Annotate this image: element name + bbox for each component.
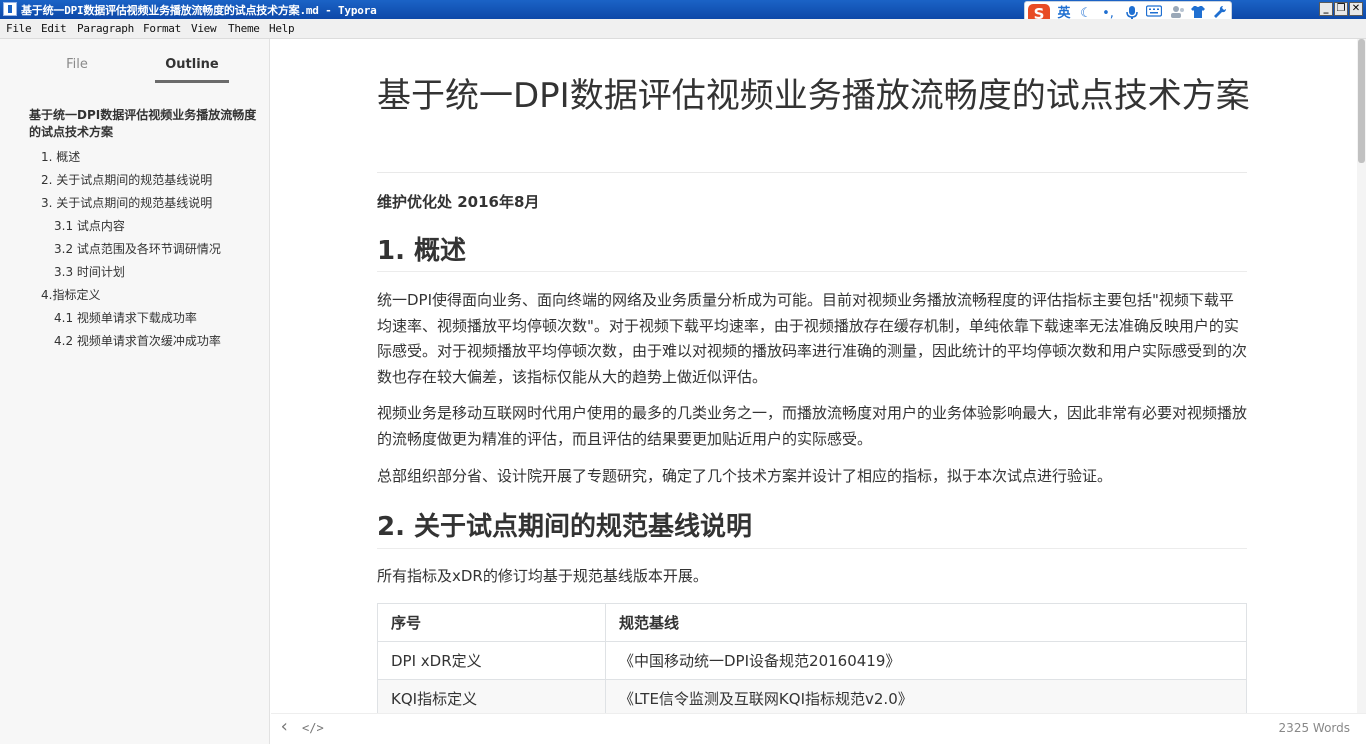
outline-item-3[interactable]: 3. 关于试点期间的规范基线说明 xyxy=(41,194,212,211)
restore-button[interactable]: ❐ xyxy=(1334,2,1348,16)
section-1-number: 1. xyxy=(377,236,405,266)
table-cell[interactable]: KQI指标定义 xyxy=(377,679,606,713)
section-1-heading[interactable]: 1. 概述 xyxy=(377,230,466,267)
menu-file[interactable]: File xyxy=(6,22,32,35)
scrollbar-thumb[interactable] xyxy=(1358,39,1365,163)
vertical-scrollbar[interactable] xyxy=(1357,39,1366,713)
section-1-paragraph-2[interactable]: 视频业务是移动互联网时代用户使用的最多的几类业务之一，而播放流畅度对用户的业务体… xyxy=(377,401,1247,452)
section-1-divider xyxy=(377,271,1247,272)
outline-item-1[interactable]: 1. 概述 xyxy=(41,148,80,165)
source-code-mode-icon[interactable]: </> xyxy=(302,721,324,735)
menu-edit[interactable]: Edit xyxy=(41,22,67,35)
outline-item-4-2[interactable]: 4.2 视频单请求首次缓冲成功率 xyxy=(54,332,221,349)
status-bar: ‹ </> 2325 Words xyxy=(271,713,1366,744)
minimize-button[interactable]: _ xyxy=(1319,2,1333,16)
menu-theme[interactable]: Theme xyxy=(228,22,260,35)
table-header-cell[interactable]: 规范基线 xyxy=(605,603,1247,642)
menu-view[interactable]: View xyxy=(191,22,217,35)
document-title[interactable]: 基于统一DPI数据评估视频业务播放流畅度的试点技术方案 xyxy=(377,75,1257,117)
menu-paragraph[interactable]: Paragraph xyxy=(77,22,134,35)
window-title: 基于统一DPI数据评估视频业务播放流畅度的试点技术方案.md - Typora xyxy=(21,4,377,17)
close-button[interactable]: ✕ xyxy=(1349,2,1363,16)
editor-pane[interactable]: 基于统一DPI数据评估视频业务播放流畅度的试点技术方案 维护优化处 2016年8… xyxy=(271,39,1357,713)
section-2-heading[interactable]: 2. 关于试点期间的规范基线说明 xyxy=(377,506,752,543)
table-header-row: 序号 规范基线 xyxy=(377,603,1247,642)
active-tab-indicator xyxy=(155,80,229,83)
tab-outline[interactable]: Outline xyxy=(155,57,229,72)
section-1-paragraph-1[interactable]: 统一DPI使得面向业务、面向终端的网络及业务质量分析成为可能。目前对视频业务播放… xyxy=(377,288,1247,390)
section-2-divider xyxy=(377,548,1247,549)
section-2-paragraph[interactable]: 所有指标及xDR的修订均基于规范基线版本开展。 xyxy=(377,564,1247,590)
outline-item-2[interactable]: 2. 关于试点期间的规范基线说明 xyxy=(41,171,212,188)
table-cell[interactable]: 《中国移动统一DPI设备规范20160419》 xyxy=(605,641,1247,680)
title-divider xyxy=(377,172,1247,173)
outline-item-4[interactable]: 4.指标定义 xyxy=(41,286,100,303)
menu-format[interactable]: Format xyxy=(143,22,181,35)
table-row: KQI指标定义 《LTE信令监测及互联网KQI指标规范v2.0》 xyxy=(377,679,1247,713)
document-subtitle[interactable]: 维护优化处 2016年8月 xyxy=(377,191,539,212)
section-2-title: 关于试点期间的规范基线说明 xyxy=(414,512,753,542)
window-controls: _ ❐ ✕ xyxy=(1319,2,1363,16)
tab-file[interactable]: File xyxy=(44,57,110,72)
section-1-paragraph-3[interactable]: 总部组织部分省、设计院开展了专题研究，确定了几个技术方案并设计了相应的指标，拟于… xyxy=(377,464,1247,490)
outline-item-3-3[interactable]: 3.3 时间计划 xyxy=(54,263,125,280)
outline-item-3-1[interactable]: 3.1 试点内容 xyxy=(54,217,125,234)
word-count[interactable]: 2325 Words xyxy=(1279,721,1350,735)
menu-bar: File Edit Paragraph Format View Theme He… xyxy=(0,19,1366,39)
menu-help[interactable]: Help xyxy=(269,22,295,35)
table-header-cell[interactable]: 序号 xyxy=(377,603,606,642)
table-cell[interactable]: 《LTE信令监测及互联网KQI指标规范v2.0》 xyxy=(605,679,1247,713)
outline-item-title[interactable]: 基于统一DPI数据评估视频业务播放流畅度的试点技术方案 xyxy=(29,107,259,141)
table-row: DPI xDR定义 《中国移动统一DPI设备规范20160419》 xyxy=(377,641,1247,680)
section-1-title: 概述 xyxy=(414,236,467,266)
toggle-sidebar-icon[interactable]: ‹ xyxy=(279,716,290,737)
table-cell[interactable]: DPI xDR定义 xyxy=(377,641,606,680)
sidebar: File Outline 基于统一DPI数据评估视频业务播放流畅度的试点技术方案… xyxy=(0,39,270,744)
typora-app-icon[interactable] xyxy=(3,2,17,16)
outline-item-4-1[interactable]: 4.1 视频单请求下载成功率 xyxy=(54,309,197,326)
outline-item-3-2[interactable]: 3.2 试点范围及各环节调研情况 xyxy=(54,240,221,257)
typora-window: 基于统一DPI数据评估视频业务播放流畅度的试点技术方案.md - Typora … xyxy=(0,0,1366,744)
spec-baseline-table: 序号 规范基线 DPI xDR定义 《中国移动统一DPI设备规范20160419… xyxy=(377,603,1247,713)
section-2-number: 2. xyxy=(377,512,405,542)
